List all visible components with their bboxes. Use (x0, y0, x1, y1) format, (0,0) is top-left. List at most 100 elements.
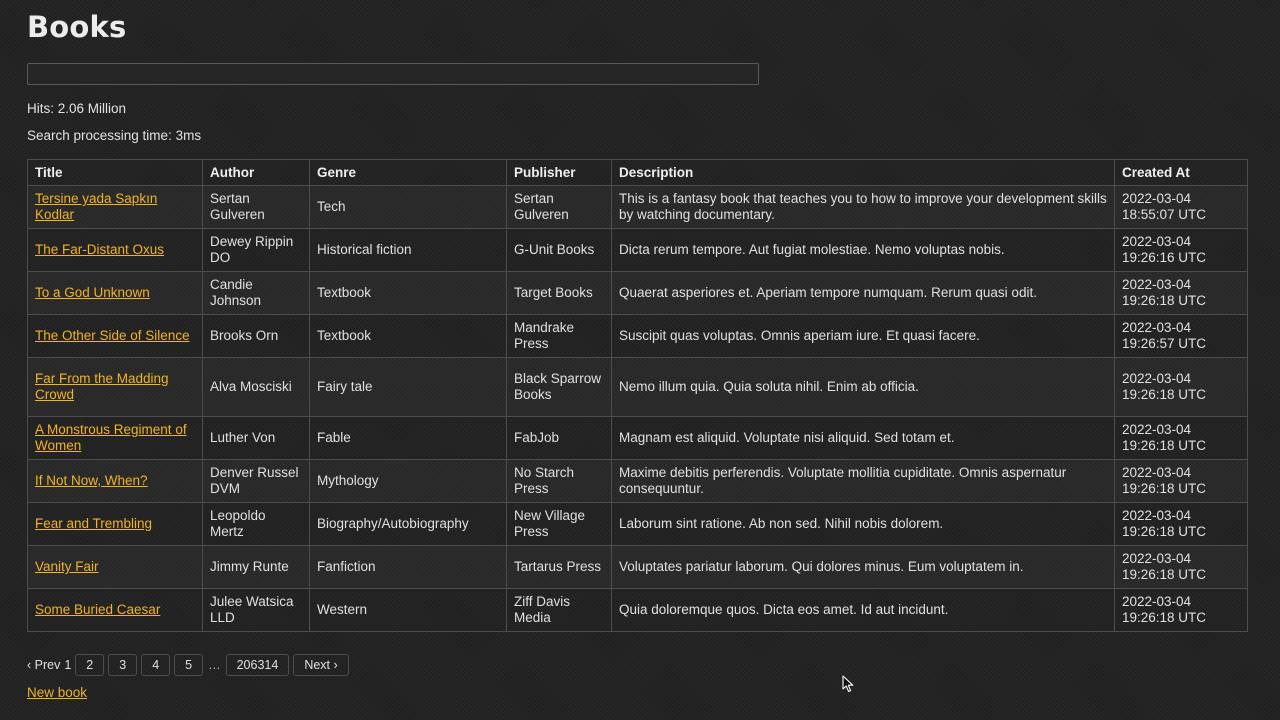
description-cell: Laborum sint ratione. Ab non sed. Nihil … (611, 502, 1115, 546)
publisher-cell: G-Unit Books (506, 228, 612, 272)
book-title-link[interactable]: Some Buried Caesar (35, 602, 160, 617)
book-title-link[interactable]: To a God Unknown (35, 285, 150, 300)
description-cell: Magnam est aliquid. Voluptate nisi aliqu… (611, 416, 1115, 460)
created-at-cell: 2022-03-04 19:26:57 UTC (1114, 314, 1248, 358)
created-at-cell: 2022-03-04 19:26:18 UTC (1114, 416, 1248, 460)
page-title: Books (27, 10, 127, 44)
author-cell: Sertan Gulveren (202, 185, 310, 229)
column-header-author[interactable]: Author (202, 159, 310, 186)
books-table-body: Tersine yada Sapkın Kodlar Sertan Gulver… (27, 185, 1248, 632)
publisher-cell: Ziff Davis Media (506, 588, 612, 632)
title-cell: If Not Now, When? (27, 459, 203, 503)
publisher-cell: No Starch Press (506, 459, 612, 503)
description-cell: Quia doloremque quos. Dicta eos amet. Id… (611, 588, 1115, 632)
hits-count: Hits: 2.06 Million (27, 101, 127, 116)
book-title-link[interactable]: Fear and Trembling (35, 516, 152, 531)
table-row: Some Buried Caesar Julee Watsica LLD Wes… (27, 588, 1248, 632)
table-row: A Monstrous Regiment of Women Luther Von… (27, 416, 1248, 460)
author-cell: Dewey Rippin DO (202, 228, 310, 272)
author-cell: Jimmy Runte (202, 545, 310, 589)
pagination-gap: … (208, 658, 221, 672)
title-cell: Far From the Madding Crowd (27, 357, 203, 417)
created-at-cell: 2022-03-04 19:26:18 UTC (1114, 271, 1248, 315)
table-header-row: Title Author Genre Publisher Description… (27, 159, 1248, 186)
author-cell: Denver Russel DVM (202, 459, 310, 503)
next-page-link[interactable]: Next › (293, 654, 349, 676)
author-cell: Candie Johnson (202, 271, 310, 315)
new-book-link[interactable]: New book (27, 685, 87, 700)
pagination: ‹ Prev 1 2 3 4 5 … 206314 Next › (27, 654, 349, 676)
title-cell: Some Buried Caesar (27, 588, 203, 632)
table-row: The Far-Distant Oxus Dewey Rippin DO His… (27, 228, 1248, 272)
author-cell: Brooks Orn (202, 314, 310, 358)
created-at-cell: 2022-03-04 19:26:18 UTC (1114, 588, 1248, 632)
genre-cell: Fanfiction (309, 545, 507, 589)
genre-cell: Textbook (309, 314, 507, 358)
author-cell: Alva Mosciski (202, 357, 310, 417)
created-at-cell: 2022-03-04 19:26:18 UTC (1114, 502, 1248, 546)
publisher-cell: Mandrake Press (506, 314, 612, 358)
genre-cell: Historical fiction (309, 228, 507, 272)
table-row: Fear and Trembling Leopoldo Mertz Biogra… (27, 502, 1248, 546)
page-link-5[interactable]: 5 (174, 654, 204, 676)
search-processing-time: Search processing time: 3ms (27, 128, 202, 143)
column-header-description[interactable]: Description (611, 159, 1115, 186)
genre-cell: Tech (309, 185, 507, 229)
title-cell: Tersine yada Sapkın Kodlar (27, 185, 203, 229)
author-cell: Julee Watsica LLD (202, 588, 310, 632)
page-link-4[interactable]: 4 (141, 654, 171, 676)
description-cell: This is a fantasy book that teaches you … (611, 185, 1115, 229)
genre-cell: Mythology (309, 459, 507, 503)
books-table: Title Author Genre Publisher Description… (27, 159, 1248, 632)
table-row: To a God Unknown Candie Johnson Textbook… (27, 271, 1248, 315)
genre-cell: Fairy tale (309, 357, 507, 417)
page-link-2[interactable]: 2 (75, 654, 105, 676)
created-at-cell: 2022-03-04 18:55:07 UTC (1114, 185, 1248, 229)
description-cell: Dicta rerum tempore. Aut fugiat molestia… (611, 228, 1115, 272)
column-header-created-at[interactable]: Created At (1114, 159, 1248, 186)
page-link-last[interactable]: 206314 (225, 654, 290, 676)
column-header-publisher[interactable]: Publisher (506, 159, 612, 186)
book-title-link[interactable]: Tersine yada Sapkın Kodlar (35, 191, 157, 222)
column-header-title[interactable]: Title (27, 159, 203, 186)
book-title-link[interactable]: The Far-Distant Oxus (35, 242, 164, 257)
publisher-cell: FabJob (506, 416, 612, 460)
genre-cell: Biography/Autobiography (309, 502, 507, 546)
description-cell: Nemo illum quia. Quia soluta nihil. Enim… (611, 357, 1115, 417)
table-row: Vanity Fair Jimmy Runte Fanfiction Tarta… (27, 545, 1248, 589)
description-cell: Quaerat asperiores et. Aperiam tempore n… (611, 271, 1115, 315)
publisher-cell: New Village Press (506, 502, 612, 546)
table-row: The Other Side of Silence Brooks Orn Tex… (27, 314, 1248, 358)
publisher-cell: Sertan Gulveren (506, 185, 612, 229)
page-link-3[interactable]: 3 (108, 654, 138, 676)
book-title-link[interactable]: Vanity Fair (35, 559, 99, 574)
publisher-cell: Target Books (506, 271, 612, 315)
title-cell: The Other Side of Silence (27, 314, 203, 358)
table-row: Tersine yada Sapkın Kodlar Sertan Gulver… (27, 185, 1248, 229)
publisher-cell: Black Sparrow Books (506, 357, 612, 417)
table-row: Far From the Madding Crowd Alva Mosciski… (27, 357, 1248, 417)
current-page: 1 (64, 658, 72, 672)
publisher-cell: Tartarus Press (506, 545, 612, 589)
created-at-cell: 2022-03-04 19:26:18 UTC (1114, 357, 1248, 417)
prev-page-link[interactable]: ‹ Prev (27, 658, 60, 672)
description-cell: Voluptates pariatur laborum. Qui dolores… (611, 545, 1115, 589)
title-cell: A Monstrous Regiment of Women (27, 416, 203, 460)
author-cell: Luther Von (202, 416, 310, 460)
genre-cell: Western (309, 588, 507, 632)
author-cell: Leopoldo Mertz (202, 502, 310, 546)
column-header-genre[interactable]: Genre (309, 159, 507, 186)
description-cell: Suscipit quas voluptas. Omnis aperiam iu… (611, 314, 1115, 358)
created-at-cell: 2022-03-04 19:26:18 UTC (1114, 545, 1248, 589)
created-at-cell: 2022-03-04 19:26:18 UTC (1114, 459, 1248, 503)
book-title-link[interactable]: A Monstrous Regiment of Women (35, 422, 187, 453)
book-title-link[interactable]: If Not Now, When? (35, 473, 148, 488)
title-cell: To a God Unknown (27, 271, 203, 315)
title-cell: The Far-Distant Oxus (27, 228, 203, 272)
genre-cell: Fable (309, 416, 507, 460)
created-at-cell: 2022-03-04 19:26:16 UTC (1114, 228, 1248, 272)
book-title-link[interactable]: The Other Side of Silence (35, 328, 190, 343)
search-input[interactable] (27, 63, 759, 85)
title-cell: Vanity Fair (27, 545, 203, 589)
book-title-link[interactable]: Far From the Madding Crowd (35, 371, 169, 402)
